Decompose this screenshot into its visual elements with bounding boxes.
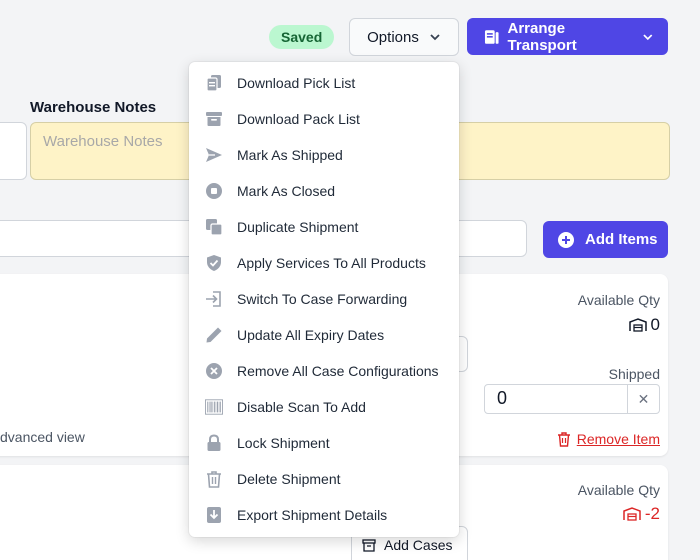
menu-item-label: Update All Expiry Dates (237, 327, 385, 343)
menu-item-label: Duplicate Shipment (237, 219, 359, 235)
warehouse-icon (628, 318, 647, 332)
add-items-label: Add Items (585, 231, 658, 248)
paper-airplane-icon (205, 146, 223, 164)
available-qty-label: Available Qty (577, 482, 660, 498)
notes-field-left[interactable] (0, 122, 27, 180)
menu-item-label: Disable Scan To Add (237, 399, 366, 415)
shipped-quantity-field[interactable]: 0 ✕ (484, 384, 660, 414)
menu-item-download-pack-list[interactable]: Download Pack List (189, 101, 459, 137)
menu-item-mark-as-closed[interactable]: Mark As Closed (189, 173, 459, 209)
document-duplicate-icon (205, 74, 223, 92)
x-circle-icon (205, 362, 223, 380)
available-qty-label: Available Qty (577, 292, 660, 308)
archive-box-icon (362, 538, 376, 552)
shipped-label: Shipped (608, 366, 660, 382)
menu-item-export-shipment-details[interactable]: Export Shipment Details (189, 497, 459, 533)
add-items-button[interactable]: Add Items (543, 221, 668, 258)
menu-item-label: Download Pick List (237, 75, 356, 91)
warehouse-notes-label: Warehouse Notes (30, 99, 157, 116)
menu-item-download-pick-list[interactable]: Download Pick List (189, 65, 459, 101)
archive-box-icon (205, 110, 223, 128)
available-qty-value: 0 (628, 315, 660, 335)
remove-item-button[interactable]: Remove Item (557, 431, 660, 447)
menu-item-apply-services-to-all-products[interactable]: Apply Services To All Products (189, 245, 459, 281)
menu-item-label: Export Shipment Details (237, 507, 388, 523)
advanced-view-link[interactable]: dvanced view (0, 429, 85, 445)
menu-item-lock-shipment[interactable]: Lock Shipment (189, 425, 459, 461)
trash-icon (205, 470, 223, 488)
shield-check-icon (205, 254, 223, 272)
menu-item-label: Switch To Case Forwarding (237, 291, 408, 307)
lock-icon (205, 434, 223, 452)
arrange-transport-button[interactable]: Arrange Transport (467, 18, 668, 55)
options-button[interactable]: Options (349, 18, 459, 56)
menu-item-label: Remove All Case Configurations (237, 363, 439, 379)
login-icon (205, 290, 223, 308)
menu-item-duplicate-shipment[interactable]: Duplicate Shipment (189, 209, 459, 245)
status-badge: Saved (269, 25, 335, 49)
menu-item-label: Download Pack List (237, 111, 360, 127)
menu-item-delete-shipment[interactable]: Delete Shipment (189, 461, 459, 497)
menu-item-mark-as-shipped[interactable]: Mark As Shipped (189, 137, 459, 173)
menu-item-label: Mark As Closed (237, 183, 336, 199)
menu-item-switch-to-case-forwarding[interactable]: Switch To Case Forwarding (189, 281, 459, 317)
barcode-icon (205, 398, 223, 416)
download-icon (205, 506, 223, 524)
clear-icon[interactable]: ✕ (627, 385, 659, 413)
warehouse-notes-placeholder: Warehouse Notes (43, 133, 163, 150)
menu-item-label: Apply Services To All Products (237, 255, 426, 271)
warehouse-icon (623, 507, 641, 521)
plus-circle-icon (558, 231, 574, 248)
options-label: Options (367, 28, 419, 46)
menu-item-label: Lock Shipment (237, 435, 330, 451)
menu-item-label: Delete Shipment (237, 471, 341, 487)
chevron-down-icon (643, 33, 653, 40)
menu-item-remove-all-case-configurations[interactable]: Remove All Case Configurations (189, 353, 459, 389)
duplicate-icon (205, 218, 223, 236)
shipped-quantity-input[interactable]: 0 (485, 385, 627, 413)
pencil-icon (205, 326, 223, 344)
available-qty-value: -2 (623, 504, 660, 524)
chevron-down-icon (430, 34, 440, 41)
menu-item-update-all-expiry-dates[interactable]: Update All Expiry Dates (189, 317, 459, 353)
arrange-transport-label: Arrange Transport (507, 19, 577, 54)
truck-doc-icon (484, 29, 499, 44)
options-dropdown-menu: Download Pick List Download Pack List Mark… (189, 62, 459, 537)
stop-circle-icon (205, 182, 223, 200)
trash-icon (557, 431, 570, 447)
menu-item-label: Mark As Shipped (237, 147, 343, 163)
menu-item-disable-scan-to-add[interactable]: Disable Scan To Add (189, 389, 459, 425)
